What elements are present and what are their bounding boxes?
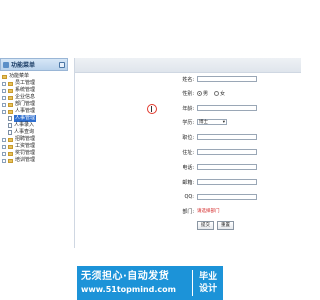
row-buttons: 提交 重置 [75,220,301,230]
row-name: 姓名: [75,74,301,84]
expand-icon[interactable] [2,137,6,142]
row-education: 学历: 博士 ▾ [75,117,301,127]
tree-item-root[interactable]: 功能菜单 [2,73,68,80]
document-icon [8,123,12,128]
watermark-right-2: 设计 [199,284,218,294]
tree-item-employee[interactable]: 员工管理 [2,80,68,87]
document-icon [8,116,12,121]
gender-male-option[interactable]: 男 [197,90,208,97]
tree-item-personnel[interactable]: 人事管理 [2,108,68,115]
phone-input[interactable] [197,164,257,170]
panel-header-bar [75,58,301,73]
submit-button[interactable]: 提交 [197,220,214,230]
watermark-line-1: 无须担心·自动发货 [81,271,170,282]
folder-icon [2,74,7,79]
tree-item-recruit[interactable]: 招聘管理 [2,136,68,143]
qq-label: QQ: [184,194,194,200]
qq-input[interactable] [197,194,257,200]
name-label: 姓名: [182,76,194,83]
folder-icon [8,88,13,93]
sidebar-title: 功能菜单 [11,62,36,69]
tree-item-personnel-query[interactable]: 人事查询 [2,129,68,136]
age-label: 年龄: [182,105,194,112]
row-phone: 电话: [75,162,301,172]
watermark-url: www.51topmind.com [81,285,176,294]
department-label: 部门: [182,208,194,215]
expand-icon[interactable] [2,102,6,107]
sidebar-header: 功能菜单 [0,58,68,71]
text-cursor-icon [151,106,152,112]
folder-icon [8,144,13,149]
radio-female[interactable] [214,90,220,96]
cursor-highlight-circle [147,104,157,114]
email-input[interactable] [197,179,257,185]
tree-item-salary[interactable]: 工资管理 [2,143,68,150]
email-label: 邮箱: [182,179,194,186]
row-position: 职位: [75,132,301,142]
folder-icon [8,137,13,142]
folder-icon [8,81,13,86]
expand-icon[interactable] [2,81,6,86]
radio-male[interactable] [197,90,202,96]
gender-label: 性别: [182,90,194,97]
form-panel: 姓名: 性别: 男 女 年龄: 学历: 博士 ▾ 职位: 住址: 电话: 邮箱:… [74,58,301,248]
expand-icon[interactable] [2,158,6,163]
watermark-right-1: 毕业 [199,272,218,282]
tree-item-department[interactable]: 部门管理 [2,101,68,108]
education-select[interactable]: 博士 ▾ [197,119,227,125]
row-qq: QQ: [75,192,301,202]
name-input[interactable] [197,76,257,82]
position-label: 职位: [182,134,194,141]
expand-icon[interactable] [2,144,6,149]
document-icon [8,130,12,135]
reset-button[interactable]: 重置 [217,220,234,230]
row-email: 邮箱: [75,177,301,187]
row-gender: 性别: 男 女 [75,88,301,98]
gender-female-option[interactable]: 女 [214,90,225,97]
row-age: 年龄: [75,103,301,113]
age-input[interactable] [197,105,257,111]
row-department: 部门: 请选择部门 [75,206,301,216]
folder-icon [8,109,13,114]
folder-icon [8,151,13,156]
position-input[interactable] [197,134,257,140]
folder-icon [8,158,13,163]
tree-item-reward[interactable]: 奖罚管理 [2,150,68,157]
row-address: 住址: [75,147,301,157]
tree-item-personnel-entry[interactable]: 人事录入 [2,122,68,129]
department-hint[interactable]: 请选择部门 [197,208,220,214]
sidebar: 功能菜单 功能菜单 员工管理 系统管理 企业信息 部门管理 人事管理 人事管理 … [0,58,68,228]
collapse-tree-icon[interactable] [2,109,6,114]
address-input[interactable] [197,149,257,155]
tree-item-personnel-manage[interactable]: 人事管理 [2,115,68,122]
expand-icon[interactable] [2,95,6,100]
education-label: 学历: [182,119,194,126]
watermark-banner: 无须担心·自动发货 www.51topmind.com 毕业 设计 [77,266,223,300]
tree-item-training[interactable]: 培训管理 [2,157,68,164]
expand-icon[interactable] [2,151,6,156]
menu-icon [3,61,9,68]
folder-icon [8,95,13,100]
folder-icon [8,102,13,107]
collapse-icon[interactable] [59,61,65,68]
address-label: 住址: [182,149,194,156]
chevron-down-icon: ▾ [222,119,225,125]
menu-tree: 功能菜单 员工管理 系统管理 企业信息 部门管理 人事管理 人事管理 人事录入 … [0,71,68,164]
phone-label: 电话: [182,164,194,171]
tree-item-system[interactable]: 系统管理 [2,87,68,94]
tree-item-company[interactable]: 企业信息 [2,94,68,101]
expand-icon[interactable] [2,88,6,93]
